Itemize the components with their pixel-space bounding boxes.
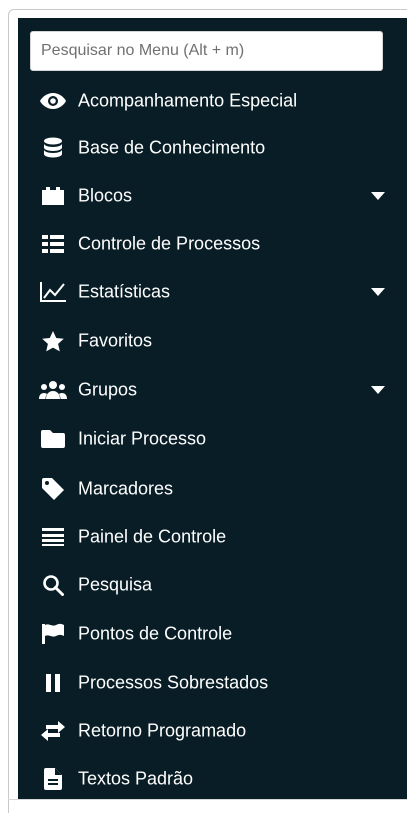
menu-item-acompanhamento-especial[interactable]: Acompanhamento Especial bbox=[18, 83, 407, 119]
menu-item-painel-de-controle[interactable]: Painel de Controle bbox=[18, 519, 407, 555]
tag-icon bbox=[38, 477, 68, 501]
chevron-down-icon[interactable] bbox=[371, 386, 385, 394]
menu-item-processos-sobrestados[interactable]: Processos Sobrestados bbox=[18, 665, 407, 701]
search-icon bbox=[38, 573, 68, 597]
folder-icon bbox=[38, 427, 68, 451]
users-icon bbox=[38, 378, 68, 402]
line-chart-icon bbox=[38, 280, 68, 304]
database-icon bbox=[38, 136, 68, 160]
menu-item-textos-padrao[interactable]: Textos Padrão bbox=[18, 761, 407, 797]
blocks-icon bbox=[38, 184, 68, 208]
menu-item-label: Base de Conhecimento bbox=[78, 137, 266, 158]
menu-item-label: Blocos bbox=[78, 185, 133, 206]
side-menu-panel: Acompanhamento Especial Base de Conhecim… bbox=[18, 18, 407, 799]
menu-item-blocos[interactable]: Blocos bbox=[18, 178, 407, 214]
menu-item-marcadores[interactable]: Marcadores bbox=[18, 471, 407, 507]
menu-item-favoritos[interactable]: Favoritos bbox=[18, 323, 407, 359]
divider bbox=[8, 799, 407, 800]
menu-item-label: Iniciar Processo bbox=[78, 428, 207, 449]
menu-item-iniciar-processo[interactable]: Iniciar Processo bbox=[18, 421, 407, 457]
menu-item-label: Acompanhamento Especial bbox=[78, 90, 298, 111]
lines-icon bbox=[38, 525, 68, 549]
star-icon bbox=[38, 329, 68, 353]
menu-item-label: Grupos bbox=[78, 379, 138, 400]
menu-item-label: Pesquisa bbox=[78, 574, 153, 595]
menu-item-label: Processos Sobrestados bbox=[78, 672, 269, 693]
menu-item-pontos-de-controle[interactable]: Pontos de Controle bbox=[18, 616, 407, 652]
menu-item-controle-de-processos[interactable]: Controle de Processos bbox=[18, 226, 407, 262]
menu-item-label: Retorno Programado bbox=[78, 720, 247, 741]
menu-item-estatisticas[interactable]: Estatísticas bbox=[18, 274, 407, 310]
file-text-icon bbox=[38, 767, 68, 791]
menu-item-label: Textos Padrão bbox=[78, 768, 194, 789]
menu-list: Acompanhamento Especial Base de Conhecim… bbox=[18, 18, 407, 799]
menu-item-label: Estatísticas bbox=[78, 281, 171, 302]
menu-item-base-de-conhecimento[interactable]: Base de Conhecimento bbox=[18, 130, 407, 166]
menu-item-grupos[interactable]: Grupos bbox=[18, 372, 407, 408]
menu-item-label: Favoritos bbox=[78, 330, 153, 351]
exchange-arrows-icon bbox=[38, 719, 68, 743]
menu-item-label: Painel de Controle bbox=[78, 526, 227, 547]
chevron-down-icon[interactable] bbox=[371, 288, 385, 296]
menu-item-label: Controle de Processos bbox=[78, 233, 261, 254]
menu-item-pesquisa[interactable]: Pesquisa bbox=[18, 567, 407, 603]
pause-icon bbox=[38, 671, 68, 695]
flag-icon bbox=[38, 622, 68, 646]
eye-icon bbox=[38, 89, 68, 113]
menu-item-retorno-programado[interactable]: Retorno Programado bbox=[18, 713, 407, 749]
menu-item-label: Pontos de Controle bbox=[78, 623, 233, 644]
chevron-down-icon[interactable] bbox=[371, 192, 385, 200]
list-grid-icon bbox=[38, 232, 68, 256]
menu-item-label: Marcadores bbox=[78, 478, 174, 499]
